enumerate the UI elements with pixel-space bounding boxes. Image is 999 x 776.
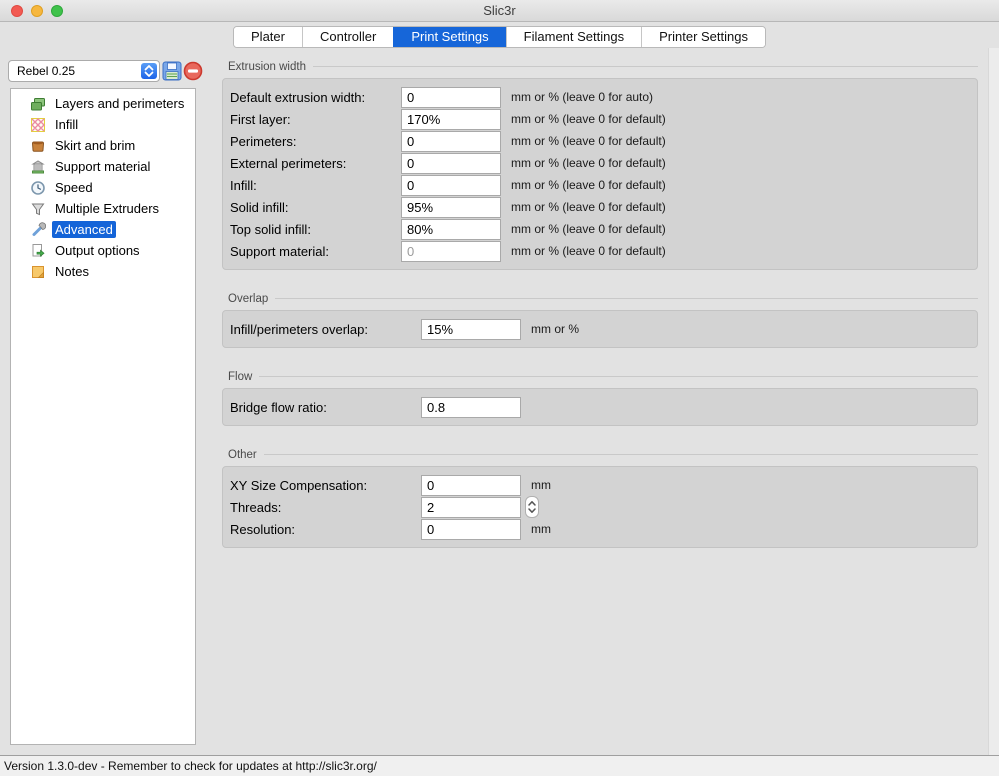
settings-tree: Layers and perimeters Infill	[11, 89, 195, 282]
section-overlap: Overlap Infill/perimeters overlap: mm or…	[222, 292, 978, 348]
top-solid-infill-width-input[interactable]	[401, 219, 501, 240]
skirt-icon	[30, 138, 46, 154]
setting-row-threads: Threads:	[223, 496, 977, 518]
delete-preset-button[interactable]	[183, 61, 203, 81]
delete-icon	[183, 68, 203, 85]
tree-item-support-material[interactable]: Support material	[11, 156, 195, 177]
wrench-icon	[30, 222, 46, 238]
status-bar: Version 1.3.0-dev - Remember to check fo…	[0, 755, 999, 776]
preset-select-value: Rebel 0.25	[17, 61, 75, 81]
save-icon	[162, 68, 182, 85]
first-layer-width-input[interactable]	[401, 109, 501, 130]
status-text: Version 1.3.0-dev - Remember to check fo…	[4, 756, 377, 776]
setting-row-solid-infill: Solid infill: mm or % (leave 0 for defau…	[223, 196, 977, 218]
setting-row-top-solid-infill: Top solid infill: mm or % (leave 0 for d…	[223, 218, 977, 240]
combo-stepper-icon	[141, 63, 157, 79]
perimeters-width-input[interactable]	[401, 131, 501, 152]
setting-row-first-layer: First layer: mm or % (leave 0 for defaul…	[223, 108, 977, 130]
notes-icon	[30, 264, 46, 280]
setting-row-support-material: Support material: mm or % (leave 0 for d…	[223, 240, 977, 262]
section-rule	[259, 376, 978, 377]
tab-bar: Plater Controller Print Settings Filamen…	[0, 26, 999, 48]
preset-select[interactable]: Rebel 0.25	[8, 60, 160, 82]
tree-item-output-options[interactable]: Output options	[11, 240, 195, 261]
tree-item-speed[interactable]: Speed	[11, 177, 195, 198]
section-title: Overlap	[222, 293, 268, 305]
setting-row-infill-perimeters-overlap: Infill/perimeters overlap: mm or %	[223, 318, 977, 340]
threads-input[interactable]	[421, 497, 521, 518]
tree-item-layers-and-perimeters[interactable]: Layers and perimeters	[11, 93, 195, 114]
scrollbar-track[interactable]	[988, 48, 999, 755]
tree-item-label: Skirt and brim	[52, 137, 138, 154]
tree-item-label: Speed	[52, 179, 96, 196]
settings-segmented-control: Plater Controller Print Settings Filamen…	[233, 26, 766, 48]
xy-size-compensation-input[interactable]	[421, 475, 521, 496]
section-title: Extrusion width	[222, 61, 306, 73]
solid-infill-width-input[interactable]	[401, 197, 501, 218]
setting-row-bridge-flow-ratio: Bridge flow ratio:	[223, 396, 977, 418]
infill-icon	[30, 117, 46, 133]
external-perimeters-width-input[interactable]	[401, 153, 501, 174]
titlebar: Slic3r	[0, 0, 999, 22]
print-settings-advanced-page: Extrusion width Default extrusion width:…	[222, 60, 978, 570]
support-icon	[30, 159, 46, 175]
tree-item-label: Advanced	[52, 221, 116, 238]
section-flow: Flow Bridge flow ratio:	[222, 370, 978, 426]
threads-stepper[interactable]	[525, 496, 539, 518]
tab-controller[interactable]: Controller	[302, 27, 393, 47]
setting-row-resolution: Resolution: mm	[223, 518, 977, 540]
section-rule	[264, 454, 978, 455]
section-other: Other XY Size Compensation: mm Threads:	[222, 448, 978, 548]
section-title: Flow	[222, 371, 252, 383]
tab-filament-settings[interactable]: Filament Settings	[506, 27, 641, 47]
tree-item-label: Multiple Extruders	[52, 200, 162, 217]
infill-width-input[interactable]	[401, 175, 501, 196]
layers-icon	[30, 96, 46, 112]
slic3r-window: Slic3r Plater Controller Print Settings …	[0, 0, 999, 776]
section-rule	[275, 298, 978, 299]
settings-tree-panel: Layers and perimeters Infill	[10, 88, 196, 745]
tab-plater[interactable]: Plater	[234, 27, 302, 47]
section-extrusion-width: Extrusion width Default extrusion width:…	[222, 60, 978, 270]
speed-icon	[30, 180, 46, 196]
extruders-icon	[30, 201, 46, 217]
section-title: Other	[222, 449, 257, 461]
tree-item-label: Support material	[52, 158, 153, 175]
tree-item-label: Notes	[52, 263, 92, 280]
tab-printer-settings[interactable]: Printer Settings	[641, 27, 765, 47]
setting-row-xy-size-compensation: XY Size Compensation: mm	[223, 474, 977, 496]
tree-item-label: Infill	[52, 116, 81, 133]
tree-item-label: Output options	[52, 242, 143, 259]
tree-item-infill[interactable]: Infill	[11, 114, 195, 135]
setting-row-perimeters: Perimeters: mm or % (leave 0 for default…	[223, 130, 977, 152]
default-extrusion-width-input[interactable]	[401, 87, 501, 108]
support-material-width-input	[401, 241, 501, 262]
tree-item-skirt-and-brim[interactable]: Skirt and brim	[11, 135, 195, 156]
infill-perimeters-overlap-input[interactable]	[421, 319, 521, 340]
tree-item-label: Layers and perimeters	[52, 95, 187, 112]
tree-item-notes[interactable]: Notes	[11, 261, 195, 282]
output-icon	[30, 243, 46, 259]
setting-row-external-perimeters: External perimeters: mm or % (leave 0 fo…	[223, 152, 977, 174]
tree-item-multiple-extruders[interactable]: Multiple Extruders	[11, 198, 195, 219]
window-title: Slic3r	[0, 0, 999, 21]
setting-row-default-extrusion-width: Default extrusion width: mm or % (leave …	[223, 86, 977, 108]
resolution-input[interactable]	[421, 519, 521, 540]
tab-print-settings[interactable]: Print Settings	[393, 27, 505, 47]
tree-item-advanced[interactable]: Advanced	[11, 219, 195, 240]
bridge-flow-ratio-input[interactable]	[421, 397, 521, 418]
save-preset-button[interactable]	[162, 61, 182, 81]
setting-row-infill: Infill: mm or % (leave 0 for default)	[223, 174, 977, 196]
section-rule	[313, 66, 978, 67]
